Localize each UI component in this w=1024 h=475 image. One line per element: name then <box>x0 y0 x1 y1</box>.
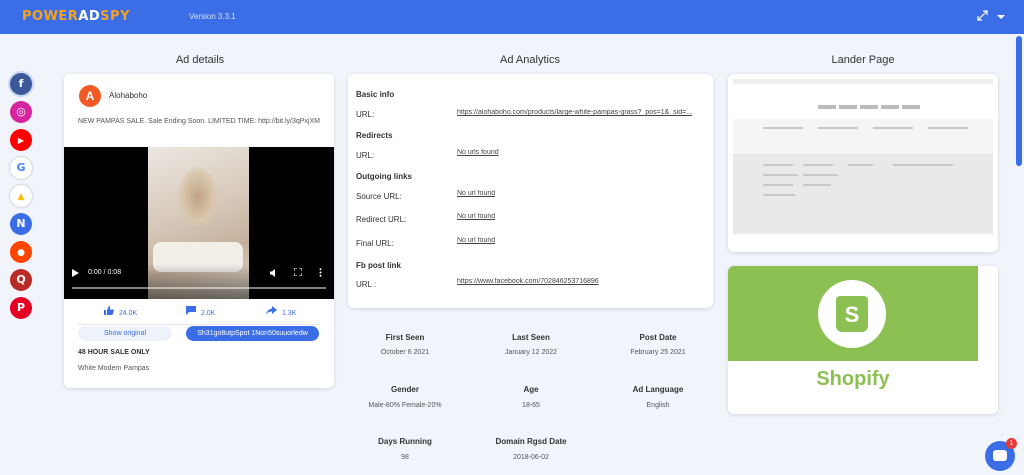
url-value-link[interactable]: https://alohaboho.com/products/large-whi… <box>457 109 705 116</box>
chat-badge: 1 <box>1006 438 1017 449</box>
advertiser-name[interactable]: Alohaboho <box>109 91 147 100</box>
final-url-value[interactable]: No url found <box>457 237 495 244</box>
post-date-value: February 25 2021 <box>630 349 686 356</box>
play-icon[interactable] <box>72 269 79 277</box>
lander-page-title: Lander Page <box>831 54 895 66</box>
native-ads-icon[interactable]: N <box>10 213 32 235</box>
share-icon <box>266 306 277 315</box>
analytics-card: Basic info URL: https://alohaboho.com/pr… <box>348 74 713 308</box>
comments-stat: 2.0K <box>186 306 215 317</box>
cta-link-button[interactable]: Sh31go8utpSpot 1Non50suuorledw <box>186 326 319 341</box>
source-url-value[interactable]: No url found <box>457 190 495 197</box>
ad-description: White Modern Pampas <box>78 365 150 372</box>
comment-icon <box>186 306 196 315</box>
age-value: 18-65 <box>522 402 540 409</box>
gender-value: Male-80% Female-20% <box>368 402 442 409</box>
ad-analytics-title: Ad Analytics <box>500 54 560 66</box>
ad-card: A Alohaboho NEW PAMPAS SALE. Sale Ending… <box>64 74 334 388</box>
avatar[interactable]: A <box>79 85 101 107</box>
fb-url-value[interactable]: https://www.facebook.com/702846253716896 <box>457 278 599 285</box>
first-seen-value: October 6 2021 <box>380 349 430 356</box>
shopify-card[interactable]: S Shopify <box>728 266 998 414</box>
redirects-url-label: URL: <box>356 151 375 160</box>
fullscreen-video-icon[interactable] <box>293 267 303 278</box>
lander-announcement-bar <box>733 79 993 84</box>
basic-info-heading: Basic info <box>356 90 395 99</box>
last-seen-label: Last Seen <box>512 333 550 342</box>
days-running-value: 98 <box>401 454 409 461</box>
lander-footer-band <box>733 154 993 234</box>
pampas-image <box>178 167 218 227</box>
scrollbar-thumb[interactable] <box>1016 36 1022 166</box>
ad-language-value: English <box>646 402 670 409</box>
shares-count: 1.3K <box>281 310 297 317</box>
facebook-icon[interactable]: f <box>10 73 32 95</box>
app-logo[interactable]: POWERADSPY <box>22 9 130 24</box>
fb-url-label: URL : <box>356 280 377 289</box>
instagram-icon[interactable]: ◎ <box>10 101 32 123</box>
like-icon <box>104 306 114 315</box>
domain-date-label: Domain Rgsd Date <box>495 437 567 446</box>
quora-icon[interactable]: Q <box>10 269 32 291</box>
lander-guarantee-band <box>733 119 993 154</box>
google-icon[interactable]: G <box>10 157 32 179</box>
first-seen-label: First Seen <box>385 333 425 342</box>
last-seen-value: January 12 2022 <box>504 349 558 356</box>
shopify-banner: S <box>728 266 978 361</box>
likes-count: 24.0K <box>118 310 138 317</box>
domain-date-value: 2018-06-02 <box>513 454 549 461</box>
redirect-url-label: Redirect URL: <box>356 215 407 224</box>
video-progress-bar[interactable] <box>72 287 326 289</box>
url-label: URL: <box>356 110 375 119</box>
top-bar: POWERADSPY Version 3.3.1 <box>0 0 1024 34</box>
ad-details-title: Ad details <box>175 54 225 66</box>
chevron-down-icon[interactable] <box>996 10 1006 24</box>
source-url-label: Source URL: <box>356 192 402 201</box>
divider <box>78 324 320 325</box>
final-url-label: Final URL: <box>356 239 394 248</box>
redirects-heading: Redirects <box>356 131 393 140</box>
redirect-url-value[interactable]: No url found <box>457 213 495 220</box>
likes-stat: 24.0K <box>104 306 137 317</box>
age-label: Age <box>523 385 539 394</box>
outgoing-links-heading: Outgoing links <box>356 172 412 181</box>
logo-part1: POWER <box>22 9 79 24</box>
version-label: Version 3.3.1 <box>189 12 236 21</box>
gender-label: Gender <box>390 385 419 394</box>
chat-button[interactable]: 1 <box>985 438 1017 471</box>
shares-stat: 1.3K <box>266 306 296 317</box>
days-running-label: Days Running <box>378 437 432 446</box>
redirects-url-value[interactable]: No urls found <box>457 149 499 156</box>
ad-language-label: Ad Language <box>632 385 684 394</box>
volume-icon[interactable] <box>270 269 279 279</box>
google-ads-icon[interactable]: ▲ <box>10 185 32 207</box>
shopify-wordmark: Shopify <box>816 368 890 390</box>
chat-icon <box>993 450 1007 461</box>
lander-screenshot <box>733 79 993 247</box>
show-original-button[interactable]: Show original <box>78 326 172 341</box>
youtube-icon[interactable]: ▶ <box>10 129 32 151</box>
fullscreen-icon[interactable] <box>975 10 989 24</box>
shopify-s-glyph: S <box>844 302 860 327</box>
ad-text: NEW PAMPAS SALE. Sale Ending Soon. LIMIT… <box>78 118 320 125</box>
lander-nav <box>818 96 928 109</box>
pinterest-icon[interactable]: P <box>10 297 32 319</box>
video-time: 0:00 / 0:08 <box>88 269 122 276</box>
comments-count: 2.0K <box>200 310 216 317</box>
logo-part3: SPY <box>100 9 130 24</box>
post-date-label: Post Date <box>639 333 677 342</box>
more-options-icon[interactable] <box>319 268 322 279</box>
logo-part2: AD <box>78 9 101 24</box>
ad-headline: 48 HOUR SALE ONLY <box>78 349 150 356</box>
lander-screenshot-card[interactable] <box>728 74 998 252</box>
fb-post-link-heading: Fb post link <box>356 261 401 270</box>
reddit-icon[interactable]: ● <box>10 241 32 263</box>
